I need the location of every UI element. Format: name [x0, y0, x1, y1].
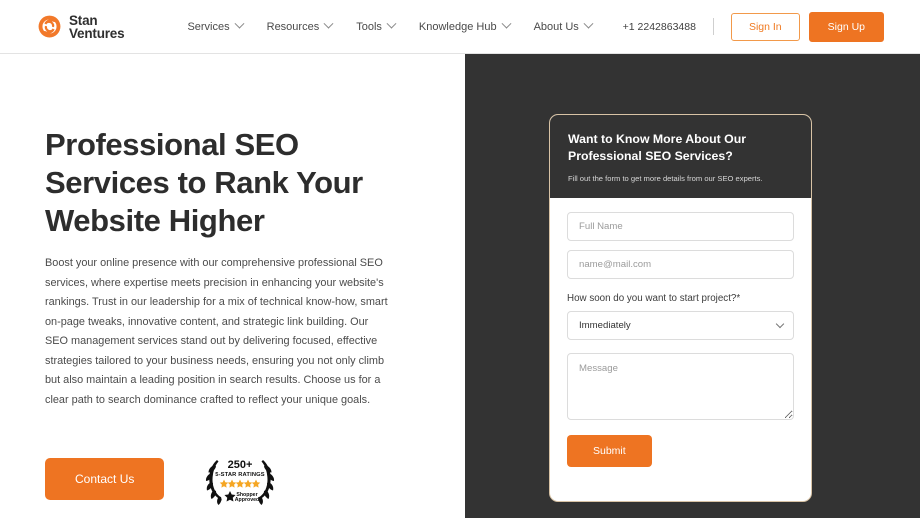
nav-label: About Us: [533, 20, 579, 33]
nav-label: Services: [187, 20, 230, 33]
brand-line-1: Stan: [69, 12, 98, 28]
form-title: Want to Know More About Our Professional…: [568, 132, 747, 163]
submit-button[interactable]: Submit: [567, 435, 652, 467]
timeline-label: How soon do you want to start project?*: [567, 293, 741, 304]
site-header: Stan Ventures Services Resources Tools K…: [0, 0, 920, 54]
chevron-down-icon: [234, 18, 245, 29]
chevron-down-icon: [501, 18, 512, 29]
brand-line-2: Ventures: [69, 25, 125, 41]
lead-capture-form-card: Want to Know More About Our Professional…: [549, 114, 812, 502]
sign-up-button[interactable]: Sign Up: [808, 11, 884, 42]
nav-label: Knowledge Hub: [418, 20, 497, 33]
contact-us-button[interactable]: Contact Us: [45, 458, 165, 500]
form-subtitle: Fill out the form to get more details fr…: [568, 174, 763, 183]
nav-label: Resources: [266, 20, 320, 33]
nav-item-services[interactable]: Services: [187, 18, 245, 33]
nav-item-tools[interactable]: Tools: [356, 18, 397, 33]
email-input[interactable]: [567, 250, 794, 279]
badge-brand-line-2: Approved: [235, 497, 260, 503]
full-name-input[interactable]: [567, 212, 794, 241]
badge-count: 250+: [228, 459, 253, 471]
landing-page: Stan Ventures Services Resources Tools K…: [0, 0, 920, 518]
primary-navigation: Services Resources Tools Knowledge Hub A…: [187, 18, 615, 33]
form-card-body: How soon do you want to start project?* …: [550, 198, 811, 484]
stan-ventures-swirl-logo-icon: [37, 14, 62, 39]
timeline-select-wrapper: Immediately: [567, 311, 794, 340]
divider: [712, 18, 714, 35]
shopper-approved-rating-badge: 250+ 5-STAR RATINGS Shopper Approved: [202, 451, 278, 507]
nav-item-knowledge-hub[interactable]: Knowledge Hub: [418, 18, 512, 33]
nav-item-about-us[interactable]: About Us: [533, 18, 594, 33]
hero-cta-row: Contact Us 250+ 5-STAR RATINGS Shopper A…: [45, 451, 278, 507]
badge-caption: 5-STAR RATINGS: [216, 472, 265, 478]
hero-left-section: Professional SEO Services to Rank Your W…: [0, 54, 465, 518]
page-title: Professional SEO Services to Rank Your W…: [45, 127, 363, 238]
brand-logo[interactable]: Stan Ventures: [37, 12, 125, 41]
header-actions: +1 2242863488 Sign In Sign Up: [623, 11, 884, 42]
chevron-down-icon: [583, 18, 594, 29]
nav-item-resources[interactable]: Resources: [266, 18, 334, 33]
timeline-select[interactable]: Immediately: [567, 311, 794, 340]
chevron-down-icon: [323, 18, 334, 29]
chevron-down-icon: [386, 18, 397, 29]
nav-label: Tools: [356, 20, 382, 33]
brand-wordmark: Stan Ventures: [69, 12, 125, 41]
hero-paragraph: Boost your online presence with our comp…: [45, 257, 388, 406]
phone-number[interactable]: +1 2242863488: [623, 21, 696, 33]
shopper-approved-star-icon: [224, 491, 236, 502]
sign-in-button[interactable]: Sign In: [730, 12, 800, 41]
message-textarea[interactable]: [567, 353, 794, 420]
badge-stars: [220, 479, 261, 488]
form-card-header: Want to Know More About Our Professional…: [550, 115, 811, 198]
